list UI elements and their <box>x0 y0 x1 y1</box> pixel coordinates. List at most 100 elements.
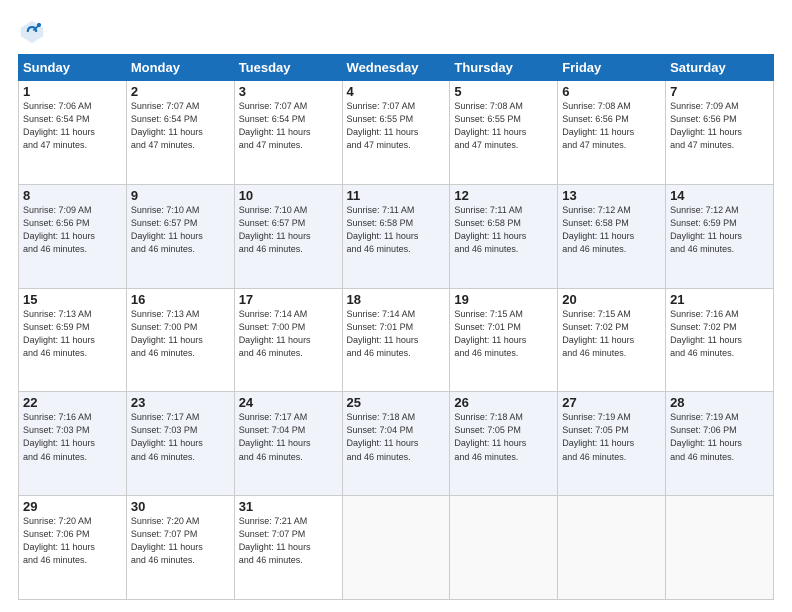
calendar-cell: 15Sunrise: 7:13 AM Sunset: 6:59 PM Dayli… <box>19 288 127 392</box>
day-number: 12 <box>454 188 553 203</box>
day-info: Sunrise: 7:17 AM Sunset: 7:03 PM Dayligh… <box>131 411 230 463</box>
day-info: Sunrise: 7:15 AM Sunset: 7:01 PM Dayligh… <box>454 308 553 360</box>
calendar-cell: 19Sunrise: 7:15 AM Sunset: 7:01 PM Dayli… <box>450 288 558 392</box>
logo <box>18 18 50 46</box>
day-number: 27 <box>562 395 661 410</box>
logo-icon <box>18 18 46 46</box>
calendar-cell: 10Sunrise: 7:10 AM Sunset: 6:57 PM Dayli… <box>234 184 342 288</box>
day-info: Sunrise: 7:14 AM Sunset: 7:01 PM Dayligh… <box>347 308 446 360</box>
day-info: Sunrise: 7:10 AM Sunset: 6:57 PM Dayligh… <box>131 204 230 256</box>
calendar-table: SundayMondayTuesdayWednesdayThursdayFrid… <box>18 54 774 600</box>
calendar-cell: 8Sunrise: 7:09 AM Sunset: 6:56 PM Daylig… <box>19 184 127 288</box>
calendar-cell: 25Sunrise: 7:18 AM Sunset: 7:04 PM Dayli… <box>342 392 450 496</box>
day-number: 5 <box>454 84 553 99</box>
day-number: 31 <box>239 499 338 514</box>
day-number: 19 <box>454 292 553 307</box>
day-number: 20 <box>562 292 661 307</box>
calendar-cell: 3Sunrise: 7:07 AM Sunset: 6:54 PM Daylig… <box>234 81 342 185</box>
calendar-cell: 28Sunrise: 7:19 AM Sunset: 7:06 PM Dayli… <box>666 392 774 496</box>
calendar-week-4: 22Sunrise: 7:16 AM Sunset: 7:03 PM Dayli… <box>19 392 774 496</box>
day-info: Sunrise: 7:18 AM Sunset: 7:04 PM Dayligh… <box>347 411 446 463</box>
day-info: Sunrise: 7:12 AM Sunset: 6:59 PM Dayligh… <box>670 204 769 256</box>
calendar-cell: 20Sunrise: 7:15 AM Sunset: 7:02 PM Dayli… <box>558 288 666 392</box>
calendar-cell: 17Sunrise: 7:14 AM Sunset: 7:00 PM Dayli… <box>234 288 342 392</box>
day-number: 29 <box>23 499 122 514</box>
day-number: 11 <box>347 188 446 203</box>
calendar-cell: 16Sunrise: 7:13 AM Sunset: 7:00 PM Dayli… <box>126 288 234 392</box>
day-number: 17 <box>239 292 338 307</box>
day-number: 30 <box>131 499 230 514</box>
header-day-saturday: Saturday <box>666 55 774 81</box>
day-info: Sunrise: 7:21 AM Sunset: 7:07 PM Dayligh… <box>239 515 338 567</box>
day-number: 18 <box>347 292 446 307</box>
calendar-week-2: 8Sunrise: 7:09 AM Sunset: 6:56 PM Daylig… <box>19 184 774 288</box>
calendar-cell: 6Sunrise: 7:08 AM Sunset: 6:56 PM Daylig… <box>558 81 666 185</box>
calendar-cell: 23Sunrise: 7:17 AM Sunset: 7:03 PM Dayli… <box>126 392 234 496</box>
day-info: Sunrise: 7:19 AM Sunset: 7:06 PM Dayligh… <box>670 411 769 463</box>
day-number: 28 <box>670 395 769 410</box>
calendar-cell: 1Sunrise: 7:06 AM Sunset: 6:54 PM Daylig… <box>19 81 127 185</box>
calendar-cell: 22Sunrise: 7:16 AM Sunset: 7:03 PM Dayli… <box>19 392 127 496</box>
header-day-thursday: Thursday <box>450 55 558 81</box>
day-info: Sunrise: 7:10 AM Sunset: 6:57 PM Dayligh… <box>239 204 338 256</box>
calendar-cell <box>342 496 450 600</box>
day-number: 1 <box>23 84 122 99</box>
calendar-cell: 14Sunrise: 7:12 AM Sunset: 6:59 PM Dayli… <box>666 184 774 288</box>
header-day-sunday: Sunday <box>19 55 127 81</box>
calendar-week-5: 29Sunrise: 7:20 AM Sunset: 7:06 PM Dayli… <box>19 496 774 600</box>
day-number: 3 <box>239 84 338 99</box>
day-number: 7 <box>670 84 769 99</box>
day-info: Sunrise: 7:18 AM Sunset: 7:05 PM Dayligh… <box>454 411 553 463</box>
day-info: Sunrise: 7:20 AM Sunset: 7:06 PM Dayligh… <box>23 515 122 567</box>
day-info: Sunrise: 7:07 AM Sunset: 6:55 PM Dayligh… <box>347 100 446 152</box>
calendar-week-3: 15Sunrise: 7:13 AM Sunset: 6:59 PM Dayli… <box>19 288 774 392</box>
calendar-cell: 5Sunrise: 7:08 AM Sunset: 6:55 PM Daylig… <box>450 81 558 185</box>
calendar-cell: 30Sunrise: 7:20 AM Sunset: 7:07 PM Dayli… <box>126 496 234 600</box>
day-info: Sunrise: 7:07 AM Sunset: 6:54 PM Dayligh… <box>131 100 230 152</box>
day-info: Sunrise: 7:20 AM Sunset: 7:07 PM Dayligh… <box>131 515 230 567</box>
day-info: Sunrise: 7:14 AM Sunset: 7:00 PM Dayligh… <box>239 308 338 360</box>
calendar-cell: 4Sunrise: 7:07 AM Sunset: 6:55 PM Daylig… <box>342 81 450 185</box>
day-number: 6 <box>562 84 661 99</box>
day-info: Sunrise: 7:16 AM Sunset: 7:03 PM Dayligh… <box>23 411 122 463</box>
day-number: 24 <box>239 395 338 410</box>
calendar-cell: 29Sunrise: 7:20 AM Sunset: 7:06 PM Dayli… <box>19 496 127 600</box>
calendar-cell: 26Sunrise: 7:18 AM Sunset: 7:05 PM Dayli… <box>450 392 558 496</box>
page: SundayMondayTuesdayWednesdayThursdayFrid… <box>0 0 792 612</box>
calendar-cell: 21Sunrise: 7:16 AM Sunset: 7:02 PM Dayli… <box>666 288 774 392</box>
day-number: 8 <box>23 188 122 203</box>
day-info: Sunrise: 7:16 AM Sunset: 7:02 PM Dayligh… <box>670 308 769 360</box>
day-number: 13 <box>562 188 661 203</box>
calendar-week-1: 1Sunrise: 7:06 AM Sunset: 6:54 PM Daylig… <box>19 81 774 185</box>
calendar-cell: 24Sunrise: 7:17 AM Sunset: 7:04 PM Dayli… <box>234 392 342 496</box>
header-day-friday: Friday <box>558 55 666 81</box>
calendar-cell: 2Sunrise: 7:07 AM Sunset: 6:54 PM Daylig… <box>126 81 234 185</box>
day-number: 23 <box>131 395 230 410</box>
header-day-monday: Monday <box>126 55 234 81</box>
day-info: Sunrise: 7:15 AM Sunset: 7:02 PM Dayligh… <box>562 308 661 360</box>
calendar-cell <box>450 496 558 600</box>
header <box>18 18 774 46</box>
header-day-tuesday: Tuesday <box>234 55 342 81</box>
day-info: Sunrise: 7:06 AM Sunset: 6:54 PM Dayligh… <box>23 100 122 152</box>
header-row: SundayMondayTuesdayWednesdayThursdayFrid… <box>19 55 774 81</box>
day-number: 25 <box>347 395 446 410</box>
calendar-body: 1Sunrise: 7:06 AM Sunset: 6:54 PM Daylig… <box>19 81 774 600</box>
day-number: 21 <box>670 292 769 307</box>
calendar-cell: 9Sunrise: 7:10 AM Sunset: 6:57 PM Daylig… <box>126 184 234 288</box>
day-number: 26 <box>454 395 553 410</box>
day-info: Sunrise: 7:17 AM Sunset: 7:04 PM Dayligh… <box>239 411 338 463</box>
day-info: Sunrise: 7:08 AM Sunset: 6:56 PM Dayligh… <box>562 100 661 152</box>
header-day-wednesday: Wednesday <box>342 55 450 81</box>
day-info: Sunrise: 7:12 AM Sunset: 6:58 PM Dayligh… <box>562 204 661 256</box>
day-number: 9 <box>131 188 230 203</box>
day-number: 22 <box>23 395 122 410</box>
day-info: Sunrise: 7:07 AM Sunset: 6:54 PM Dayligh… <box>239 100 338 152</box>
calendar-cell: 13Sunrise: 7:12 AM Sunset: 6:58 PM Dayli… <box>558 184 666 288</box>
calendar-cell: 7Sunrise: 7:09 AM Sunset: 6:56 PM Daylig… <box>666 81 774 185</box>
calendar-cell: 11Sunrise: 7:11 AM Sunset: 6:58 PM Dayli… <box>342 184 450 288</box>
day-number: 2 <box>131 84 230 99</box>
day-info: Sunrise: 7:11 AM Sunset: 6:58 PM Dayligh… <box>454 204 553 256</box>
day-info: Sunrise: 7:13 AM Sunset: 6:59 PM Dayligh… <box>23 308 122 360</box>
day-info: Sunrise: 7:09 AM Sunset: 6:56 PM Dayligh… <box>670 100 769 152</box>
